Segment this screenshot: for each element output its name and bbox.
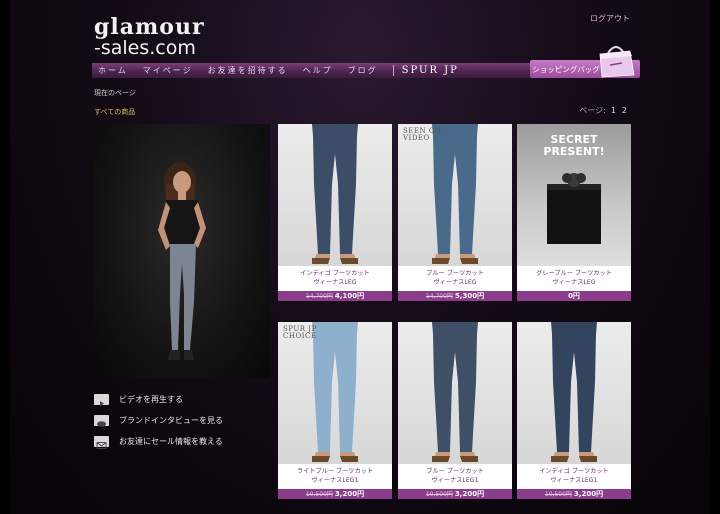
product-card[interactable]: SEEN ON VIDEO ブルー ブーツカット ヴィーナスLEG 14,700円 5,… [398, 124, 512, 301]
product-price: 10,500円 3,200円 [517, 489, 631, 499]
product-name: ライトブルー ブーツカット [296, 468, 374, 475]
pager-label: ページ: [579, 106, 606, 115]
site-logo[interactable]: glamour -sales.com [94, 16, 224, 60]
brand-interview-label: ブランドインタビューを見る [119, 416, 223, 425]
original-price: 14,700円 [305, 293, 333, 300]
jeans-photo [312, 124, 358, 264]
nav-invite-friends[interactable]: お友達を招待する [202, 65, 297, 76]
nav-mypage[interactable]: マイページ [137, 65, 202, 76]
sale-price: 3,200円 [334, 490, 365, 498]
secret-present-title: SECRET PRESENT! [543, 133, 605, 158]
product-name: インディゴ ブーツカット [300, 270, 370, 277]
tell-friend-link[interactable]: お友達にセール情報を教える [94, 431, 223, 452]
jeans-photo [432, 322, 478, 462]
product-series: ヴィーナスLEG [552, 279, 596, 286]
tell-friend-label: お友達にセール情報を教える [119, 437, 223, 446]
play-video-label: ビデオを再生する [119, 395, 183, 404]
product-image[interactable]: SEEN ON VIDEO [398, 124, 512, 266]
product-badge: SPUR JP CHOICE [283, 325, 317, 340]
play-icon [94, 394, 109, 406]
product-price: 14,700円 4,100円 [278, 291, 392, 301]
jeans-photo [312, 322, 358, 462]
original-price: 10,500円 [425, 491, 453, 498]
product-name: ブルー ブーツカット [426, 270, 484, 277]
nav-divider [392, 65, 394, 76]
logo-line1: glamour [94, 14, 205, 40]
product-caption[interactable]: インディゴ ブーツカット ヴィーナスLEG1 [517, 464, 631, 489]
product-caption[interactable]: インディゴ ブーツカット ヴィーナスLEG [278, 266, 392, 291]
product-caption[interactable]: ブルー ブーツカット ヴィーナスLEG1 [398, 464, 512, 489]
product-price: 14,700円 5,300円 [398, 291, 512, 301]
product-series: ヴィーナスLEG1 [431, 477, 479, 484]
page-link-1[interactable]: 1 [610, 106, 617, 115]
sale-price: 3,200円 [454, 490, 485, 498]
sale-price: 4,100円 [334, 292, 365, 300]
shopping-bag-label: ショッピングバッグ [532, 65, 600, 74]
product-image[interactable] [278, 124, 392, 266]
sale-price: 5,300円 [454, 292, 485, 300]
sale-price: 3,200円 [573, 490, 604, 498]
product-name: インディゴ ブーツカット [539, 468, 609, 475]
product-image[interactable]: SECRET PRESENT! [517, 124, 631, 266]
envelope-icon [94, 436, 109, 449]
product-card[interactable]: インディゴ ブーツカット ヴィーナスLEG 14,700円 4,100円 [278, 124, 392, 301]
product-card[interactable]: インディゴ ブーツカット ヴィーナスLEG1 10,500円 3,200円 [517, 322, 631, 499]
jeans-photo [551, 322, 597, 462]
nav-help[interactable]: ヘルプ [297, 65, 342, 76]
product-name: ブルー ブーツカット [426, 468, 484, 475]
featured-model-image [94, 124, 270, 378]
original-price: 10,500円 [544, 491, 572, 498]
pagination: ページ: 1 2 [579, 105, 628, 116]
brand-interview-link[interactable]: ブランドインタビューを見る [94, 410, 223, 431]
product-caption[interactable]: ライトブルー ブーツカット ヴィーナスLEG1 [278, 464, 392, 489]
nav-blog[interactable]: ブログ [342, 65, 387, 76]
nav-spur-jp[interactable]: SPUR JP [400, 65, 459, 76]
original-price: 14,700円 [425, 293, 453, 300]
product-caption[interactable]: グレーブルー ブーツカット ヴィーナスLEG [517, 266, 631, 291]
product-badge: SEEN ON VIDEO [403, 127, 442, 142]
product-card[interactable]: SECRET PRESENT! グレーブルー ブーツカット ヴィーナスLEG 0円 [517, 124, 631, 301]
product-price: 0円 [517, 291, 631, 301]
product-price: 10,500円 3,200円 [278, 489, 392, 499]
original-price: 10,500円 [305, 491, 333, 498]
breadcrumb: 現在のページ [94, 89, 136, 97]
sale-price: 0円 [568, 292, 580, 300]
logo-line2: -sales.com [94, 37, 196, 59]
shopping-bag-icon[interactable] [596, 44, 636, 78]
model-figure [158, 162, 206, 360]
nav-home[interactable]: ホーム [92, 65, 137, 76]
page-link-2[interactable]: 2 [621, 106, 628, 115]
product-series: ヴィーナスLEG [433, 279, 477, 286]
side-links: ビデオを再生する ブランドインタビューを見る お友達にセール情報を教える [94, 389, 223, 452]
product-price: 10,500円 3,200円 [398, 489, 512, 499]
product-image[interactable] [517, 322, 631, 464]
product-card[interactable]: ブルー ブーツカット ヴィーナスLEG1 10,500円 3,200円 [398, 322, 512, 499]
play-video-link[interactable]: ビデオを再生する [94, 389, 223, 410]
product-series: ヴィーナスLEG1 [311, 477, 359, 484]
product-series: ヴィーナスLEG [313, 279, 357, 286]
jeans-photo [432, 124, 478, 264]
product-image[interactable]: SPUR JP CHOICE [278, 322, 392, 464]
logout-link[interactable]: ログアウト [590, 13, 630, 24]
product-image[interactable] [398, 322, 512, 464]
product-caption[interactable]: ブルー ブーツカット ヴィーナスLEG [398, 266, 512, 291]
page: glamour -sales.com ログアウト ホーム マイページ お友達を招… [10, 0, 710, 514]
category-all-items[interactable]: すべての商品 [94, 107, 135, 117]
product-series: ヴィーナスLEG1 [550, 477, 598, 484]
speech-bubble-icon [94, 415, 109, 427]
product-card[interactable]: SPUR JP CHOICE ライトブルー ブーツカット ヴィーナスLEG1 10,5… [278, 322, 392, 499]
product-name: グレーブルー ブーツカット [536, 270, 612, 277]
